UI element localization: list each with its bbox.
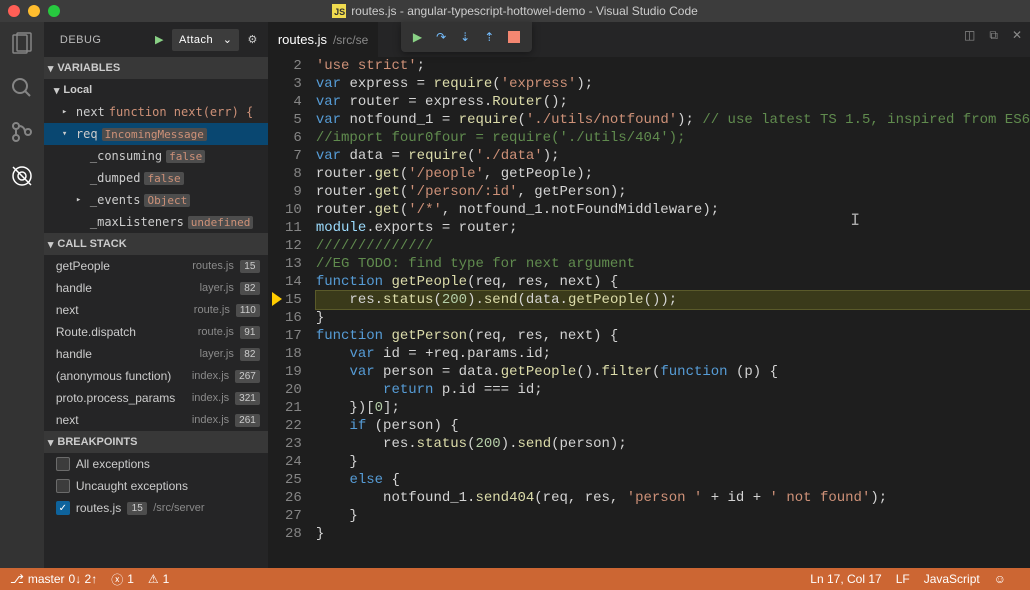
window-maximize-icon[interactable]	[48, 5, 60, 17]
variable-row[interactable]: ▸_events Object	[44, 189, 268, 211]
debug-config-dropdown[interactable]: Attach⌄	[172, 29, 240, 51]
search-icon[interactable]	[8, 74, 36, 102]
variable-row[interactable]: ▸next function next(err) {	[44, 101, 268, 123]
callstack-frame[interactable]: (anonymous function)index.js267	[44, 365, 268, 387]
title-bar: JS routes.js - angular-typescript-hottow…	[0, 0, 1030, 22]
bp-all-exceptions[interactable]: All exceptions	[44, 453, 268, 475]
window-close-icon[interactable]	[8, 5, 20, 17]
status-bar: ⎇master0↓ 2↑ ⓧ1 ⚠1 Ln 17, Col 17 LF Java…	[0, 568, 1030, 590]
continue-icon[interactable]: ▶	[413, 30, 422, 44]
language-mode-status[interactable]: JavaScript	[924, 572, 980, 586]
warnings-status[interactable]: ⚠1	[148, 572, 169, 586]
split-editor-icon[interactable]: ◫	[964, 28, 975, 43]
activity-bar	[0, 22, 44, 568]
callstack-frame[interactable]: Route.dispatchroute.js91	[44, 321, 268, 343]
close-editor-icon[interactable]: ✕	[1012, 28, 1022, 43]
tab-routes-js[interactable]: routes.js/src/se	[268, 22, 378, 57]
step-over-icon[interactable]: ↷	[436, 30, 446, 44]
debug-toolbar: ▶ ↷ ⇣ ⇡	[401, 22, 532, 52]
bp-uncaught-exceptions[interactable]: Uncaught exceptions	[44, 475, 268, 497]
window-minimize-icon[interactable]	[28, 5, 40, 17]
checkbox-icon[interactable]	[56, 479, 70, 493]
callstack-frame[interactable]: handlelayer.js82	[44, 343, 268, 365]
variable-row[interactable]: _consuming false	[44, 145, 268, 167]
tab-bar: routes.js/src/se ▶ ↷ ⇣ ⇡ ◫ ⧉ ✕	[268, 22, 1030, 57]
callstack-frame[interactable]: getPeopleroutes.js15	[44, 255, 268, 277]
js-file-icon: JS	[332, 4, 346, 18]
callstack-frame[interactable]: proto.process_paramsindex.js321	[44, 387, 268, 409]
variable-row[interactable]: ▾req IncomingMessage	[44, 123, 268, 145]
stop-icon[interactable]	[508, 31, 520, 43]
editor-area: routes.js/src/se ▶ ↷ ⇣ ⇡ ◫ ⧉ ✕ 234567891…	[268, 22, 1030, 568]
variable-row[interactable]: _dumped false	[44, 167, 268, 189]
chevron-updown-icon: ⌄	[223, 33, 233, 46]
eol-status[interactable]: LF	[896, 572, 910, 586]
callstack-frame[interactable]: handlelayer.js82	[44, 277, 268, 299]
sidebar-header: DEBUG ▶ Attach⌄ ⚙	[44, 22, 268, 57]
debug-icon[interactable]	[8, 162, 36, 190]
cursor-position-status[interactable]: Ln 17, Col 17	[810, 572, 881, 586]
bp-file-entry[interactable]: ✓routes.js15/src/server	[44, 497, 268, 519]
explorer-icon[interactable]	[8, 30, 36, 58]
step-out-icon[interactable]: ⇡	[484, 30, 494, 44]
checkbox-icon[interactable]	[56, 457, 70, 471]
window-title: routes.js - angular-typescript-hottowel-…	[351, 4, 698, 18]
execution-pointer-icon	[272, 292, 282, 306]
warning-icon: ⚠	[148, 572, 159, 586]
git-branch-status[interactable]: ⎇master0↓ 2↑	[10, 572, 97, 586]
line-number-gutter[interactable]: 2345678910111213141516171819202122232425…	[268, 57, 316, 568]
callstack-frame[interactable]: nextindex.js261	[44, 409, 268, 431]
git-branch-icon: ⎇	[10, 572, 24, 586]
start-debug-icon[interactable]: ▶	[155, 33, 164, 46]
local-scope-header[interactable]: ▾Local	[44, 79, 268, 101]
sidebar-title: DEBUG	[60, 34, 102, 46]
variable-row[interactable]: _maxListeners undefined	[44, 211, 268, 233]
debug-sidebar: DEBUG ▶ Attach⌄ ⚙ ▾VARIABLES ▾Local ▸nex…	[44, 22, 268, 568]
gear-icon[interactable]: ⚙	[247, 33, 257, 46]
step-into-icon[interactable]: ⇣	[460, 30, 470, 44]
source-control-icon[interactable]	[8, 118, 36, 146]
variables-section-header[interactable]: ▾VARIABLES	[44, 57, 268, 79]
callstack-section-header[interactable]: ▾CALL STACK	[44, 233, 268, 255]
feedback-icon[interactable]: ☺	[994, 572, 1006, 586]
callstack-frame[interactable]: nextroute.js110	[44, 299, 268, 321]
errors-status[interactable]: ⓧ1	[111, 571, 134, 588]
error-icon: ⓧ	[111, 571, 123, 588]
code-editor[interactable]: 2345678910111213141516171819202122232425…	[268, 57, 1030, 568]
checkbox-checked-icon[interactable]: ✓	[56, 501, 70, 515]
more-actions-icon[interactable]: ⧉	[989, 28, 998, 43]
breakpoints-section-header[interactable]: ▾BREAKPOINTS	[44, 431, 268, 453]
